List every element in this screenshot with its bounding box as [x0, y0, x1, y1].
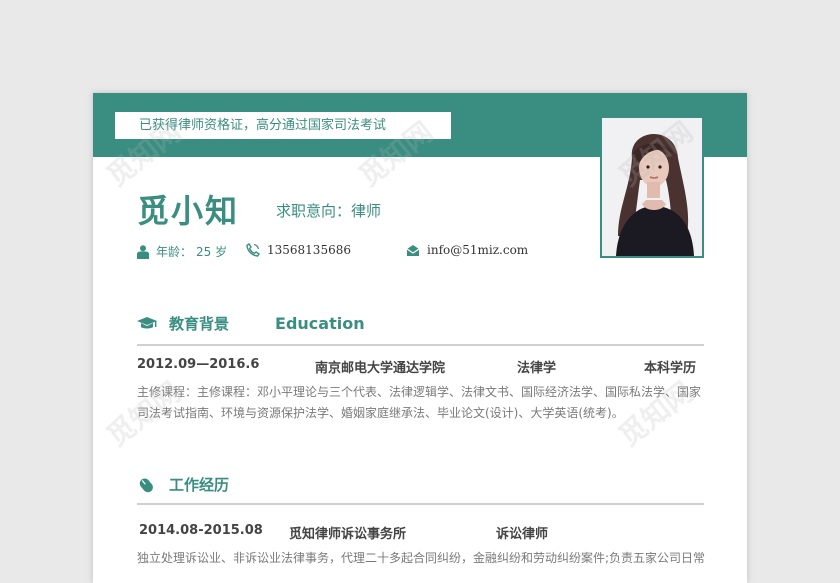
graduation-cap-icon — [137, 316, 157, 328]
education-period: 2012.09—2016.6 — [137, 357, 260, 372]
education-description: 主修课程：主修课程：邓小平理论与三个代表、法律逻辑学、法律文书、国际经济法学、国… — [137, 385, 702, 420]
education-school: 南京邮电大学通达学院 — [315, 361, 446, 376]
mail-icon — [406, 244, 420, 256]
work-company: 觅知律师诉讼事务所 — [289, 527, 407, 542]
age-value: 25 岁 — [196, 245, 228, 259]
age-label: 年龄： — [156, 245, 193, 259]
phone-number: 13568135686 — [267, 243, 351, 257]
work-description: 独立处理诉讼业、非诉讼业法律事务，代理二十多起合同纠纷，金融纠纷和劳动纠纷案件;… — [137, 551, 706, 565]
candidate-name: 觅小知 — [137, 192, 240, 230]
education-title: 教育背景 — [169, 315, 230, 333]
banner-text: 已获得律师资格证，高分通过国家司法考试 — [115, 112, 451, 139]
phone-icon — [246, 243, 260, 257]
email-address: info@51miz.com — [427, 243, 529, 257]
education-divider — [137, 344, 704, 346]
education-title-en: Education — [275, 314, 365, 333]
email-info: info@51miz.com — [406, 243, 528, 257]
work-title: 工作经历 — [169, 476, 230, 494]
job-intent: 求职意向：律师 — [276, 202, 382, 220]
person-icon — [137, 244, 149, 259]
phone-info: 13568135686 — [246, 243, 351, 257]
work-heading: 工作经历 — [137, 474, 229, 495]
work-divider — [137, 503, 704, 505]
profile-photo — [600, 116, 704, 258]
education-heading: 教育背景 Education — [137, 313, 365, 334]
age-info: 年龄： 25 岁 — [137, 243, 227, 260]
work-period: 2014.08-2015.08 — [139, 523, 263, 538]
education-degree: 本科学历 — [644, 361, 697, 376]
resume-page: 已获得律师资格证，高分通过国家司法考试 觅小知 求职意向：律师 年龄： 25 岁 — [93, 93, 747, 583]
mouse-icon — [139, 477, 153, 492]
work-position: 诉讼律师 — [496, 527, 549, 542]
education-major: 法律学 — [517, 361, 557, 376]
